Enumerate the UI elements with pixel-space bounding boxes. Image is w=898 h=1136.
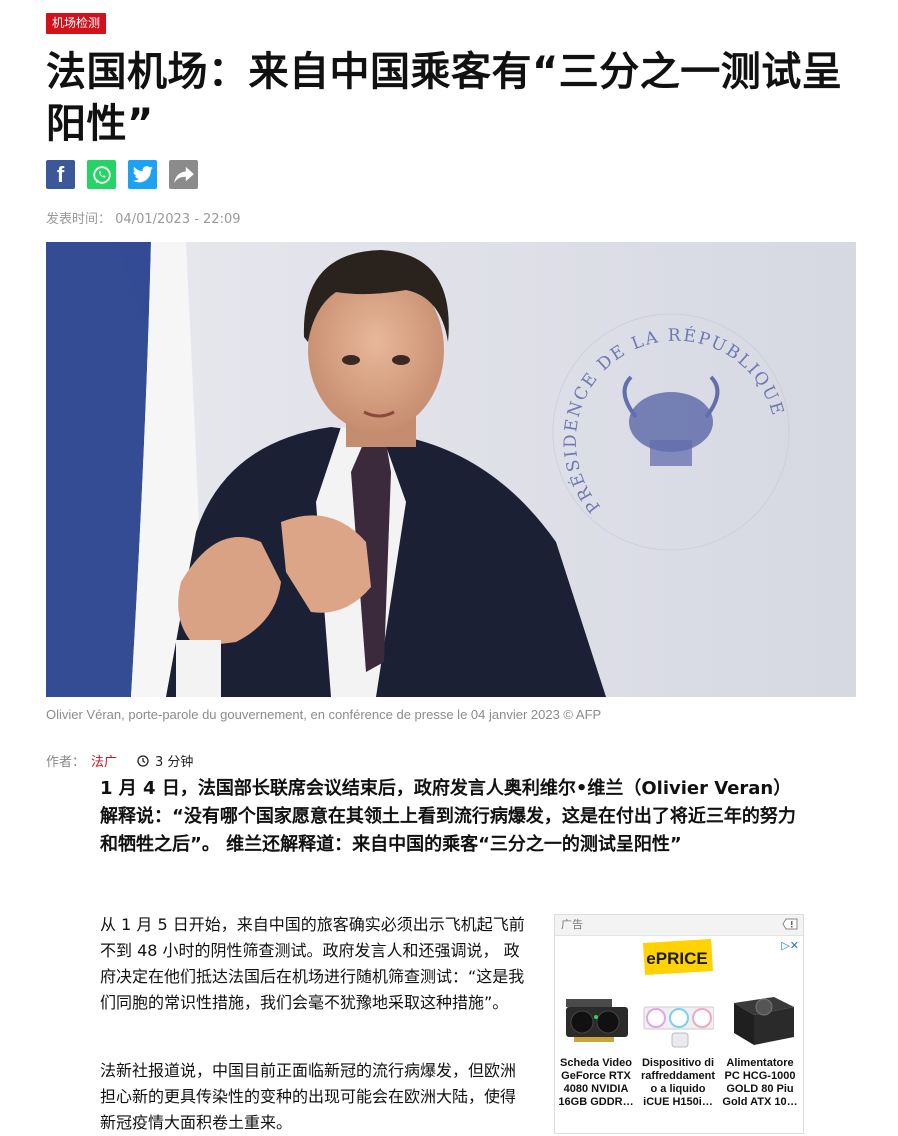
ad-product[interactable]: Dispositivo di raffreddament o a liquido… — [637, 989, 719, 1109]
hero-photo: PRÉSIDENCE DE LA RÉPUBLIQUE — [46, 242, 856, 697]
psu-image — [734, 997, 794, 1045]
ad-header: 广告 — [555, 915, 803, 936]
share-icon[interactable] — [169, 160, 198, 189]
category-tag[interactable]: 机场检测 — [46, 13, 107, 34]
eprice-text: ePRICE — [646, 949, 707, 968]
read-time: 3 分钟 — [155, 755, 194, 770]
article-title: 法国机场：来自中国乘客有“三分之一测试呈阳性” — [46, 49, 843, 147]
gpu-image — [566, 999, 628, 1042]
eprice-logo[interactable]: ePRICE — [639, 937, 715, 977]
author-label: 作者： — [46, 755, 86, 770]
ad-choices-icon[interactable]: ▷✕ — [781, 939, 799, 952]
ad-product[interactable]: Scheda Video GeForce RTX 4080 NVIDIA 16G… — [555, 989, 637, 1109]
ad-product-name: Dispositivo di raffreddament o a liquido… — [641, 1057, 715, 1108]
article-paragraph-1: 从 1 月 5 日开始，来自中国的旅客确实必须出示飞机起飞前不到 48 小时的阴… — [100, 915, 525, 1012]
ad-box[interactable]: 广告 ▷✕ ePRICE Scheda Video GeForce RTX 40… — [554, 914, 804, 1134]
whatsapp-icon[interactable] — [87, 160, 116, 189]
twitter-icon[interactable] — [128, 160, 157, 189]
ad-product-name: Alimentatore PC HCG-1000 GOLD 80 Piu Gol… — [722, 1057, 798, 1108]
publish-date: 发表时间： 04/01/2023 - 22:09 — [46, 208, 241, 227]
ad-product[interactable]: Alimentatore PC HCG-1000 GOLD 80 Piu Gol… — [719, 989, 801, 1109]
date-value: 04/01/2023 - 22:09 — [115, 212, 241, 227]
article-lead: 1 月 4 日，法国部长联席会议结束后，政府发言人奥利维尔•维兰（Olivier… — [100, 778, 796, 855]
facebook-icon[interactable]: f — [46, 160, 75, 189]
article-paragraph-2: 法新社报道说，中国目前正面临新冠的流行病爆发，但欧洲担心新的更具传染性的变种的出… — [100, 1061, 517, 1132]
ad-products: Scheda Video GeForce RTX 4080 NVIDIA 16G… — [555, 989, 803, 1109]
cooler-image — [643, 1006, 714, 1048]
ad-info-icon[interactable] — [782, 918, 798, 930]
ad-product-name: Scheda Video GeForce RTX 4080 NVIDIA 16G… — [558, 1057, 634, 1108]
ad-label: 广告 — [561, 918, 583, 931]
share-bar: f — [46, 160, 198, 189]
author-link[interactable]: 法广 — [91, 751, 117, 770]
clock-icon — [137, 754, 149, 767]
photo-caption: Olivier Véran, porte-parole du gouvernem… — [46, 707, 602, 722]
date-label: 发表时间： — [46, 212, 112, 227]
article-meta: 作者： 法广 3 分钟 — [46, 751, 193, 770]
